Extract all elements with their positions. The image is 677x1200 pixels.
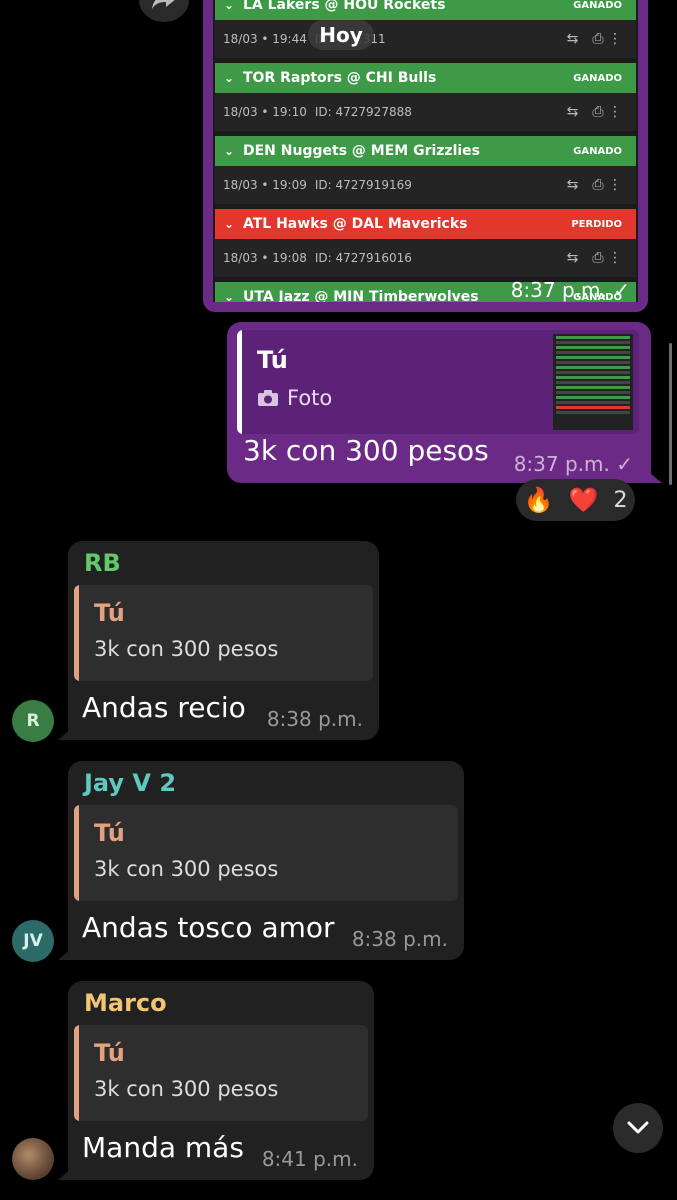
share-icon: ⇆	[566, 250, 579, 266]
quote-text: 3k con 300 pesos	[94, 637, 279, 661]
bet-title: LA Lakers @ HOU Rockets	[243, 0, 446, 13]
message-time: 8:38 p.m.	[351, 927, 448, 951]
avatar[interactable]: R	[12, 700, 54, 742]
reply-sender: Tú	[257, 346, 288, 374]
quoted-message[interactable]: Tú 3k con 300 pesos	[74, 585, 373, 681]
bet-title: ATL Hawks @ DAL Mavericks	[243, 216, 468, 232]
quoted-message[interactable]: Tú 3k con 300 pesos	[74, 805, 458, 901]
bet-card: ⌄ ATL Hawks @ DAL Mavericks PERDIDO 18/0…	[215, 209, 636, 277]
reaction-count: 2	[613, 487, 628, 513]
bet-title: TOR Raptors @ CHI Bulls	[243, 70, 437, 86]
bet-screenshot-photo[interactable]: ⌄ LA Lakers @ HOU Rockets GANADO 18/03 •…	[213, 0, 638, 302]
bet-id: ID: 4727927888	[314, 105, 412, 119]
bet-title: DEN Nuggets @ MEM Grizzlies	[243, 143, 480, 159]
bet-id: ID: 4727919169	[314, 178, 412, 192]
share-icon: ⇆	[566, 104, 579, 120]
bet-header: ⌄ LA Lakers @ HOU Rockets GANADO	[215, 0, 636, 20]
quote-sender: Tú	[94, 1039, 125, 1067]
photo-message-bubble[interactable]: ⌄ LA Lakers @ HOU Rockets GANADO 18/03 •…	[203, 0, 648, 312]
bet-result: GANADO	[573, 72, 622, 84]
bet-footer: 18/03 • 19:09 ID: 4727919169 ⇆ ⎙ ⋮	[215, 166, 636, 204]
quote-accent-bar	[74, 805, 79, 901]
bet-result: GANADO	[573, 0, 622, 11]
quote-accent-bar	[74, 585, 79, 681]
share-icon: ⇆	[566, 177, 579, 193]
reactions-bar[interactable]: 🔥 ❤️ 2	[516, 479, 635, 521]
quote-text: 3k con 300 pesos	[94, 1077, 279, 1101]
outgoing-message-bubble[interactable]: Tú Foto 3k con 300 pesos 8:37 p.m. ✓	[227, 322, 651, 483]
reply-accent-bar	[237, 330, 242, 434]
check-icon: ✓	[613, 278, 630, 302]
bet-result: GANADO	[573, 145, 622, 157]
print-icon: ⎙ ⋮	[592, 250, 622, 266]
chevron-down-icon: ⌄	[223, 290, 235, 302]
sender-name[interactable]: Jay V 2	[84, 769, 176, 797]
heart-reaction[interactable]: ❤️	[568, 486, 598, 514]
bet-datetime: 18/03 • 19:10	[223, 105, 307, 119]
message-time: 8:37 p.m. ✓	[510, 278, 630, 302]
bet-datetime: 18/03 • 19:09	[223, 178, 307, 192]
bubble-tail	[58, 1168, 72, 1180]
message-text: Andas recio	[82, 691, 246, 724]
bet-datetime: 18/03 • 19:08	[223, 251, 307, 265]
incoming-message-bubble[interactable]: Marco Tú 3k con 300 pesos Manda más 8:41…	[68, 981, 374, 1180]
fire-reaction[interactable]: 🔥	[524, 486, 554, 514]
message-time: 8:37 p.m. ✓	[513, 452, 633, 476]
message-text: 3k con 300 pesos	[243, 434, 489, 467]
quote-accent-bar	[74, 1025, 79, 1121]
bet-card: ⌄ TOR Raptors @ CHI Bulls GANADO 18/03 •…	[215, 63, 636, 131]
reply-preview[interactable]: Tú Foto	[237, 330, 639, 434]
sender-name[interactable]: Marco	[84, 989, 167, 1017]
reply-thumbnail	[553, 334, 633, 430]
chevron-down-icon	[627, 1121, 649, 1134]
chevron-down-icon: ⌄	[223, 144, 235, 158]
quote-sender: Tú	[94, 599, 125, 627]
bet-id: ID: 4727916016	[314, 251, 412, 265]
incoming-message-bubble[interactable]: Jay V 2 Tú 3k con 300 pesos Andas tosco …	[68, 761, 464, 960]
bet-footer: 18/03 • 19:10 ID: 4727927888 ⇆ ⎙ ⋮	[215, 93, 636, 131]
quote-text: 3k con 300 pesos	[94, 857, 279, 881]
bet-header: ⌄ DEN Nuggets @ MEM Grizzlies GANADO	[215, 136, 636, 166]
check-icon: ✓	[616, 452, 633, 476]
sender-name[interactable]: RB	[84, 549, 121, 577]
reply-kind: Foto	[257, 386, 332, 410]
print-icon: ⎙ ⋮	[592, 31, 622, 47]
bet-card: ⌄ LA Lakers @ HOU Rockets GANADO 18/03 •…	[215, 0, 636, 58]
bet-footer: 18/03 • 19:08 ID: 4727916016 ⇆ ⎙ ⋮	[215, 239, 636, 277]
quote-sender: Tú	[94, 819, 125, 847]
avatar[interactable]	[12, 1138, 54, 1180]
message-time: 8:38 p.m.	[266, 707, 363, 731]
chevron-down-icon: ⌄	[223, 0, 235, 12]
share-icon: ⇆	[566, 31, 579, 47]
bet-datetime: 18/03 • 19:44	[223, 32, 307, 46]
date-chip: Hoy	[308, 20, 374, 50]
print-icon: ⎙ ⋮	[592, 177, 622, 193]
forward-button[interactable]	[139, 0, 189, 22]
camera-icon	[258, 390, 278, 406]
scroll-down-button[interactable]	[613, 1103, 663, 1153]
message-text: Andas tosco amor	[82, 911, 335, 944]
incoming-message-bubble[interactable]: RB Tú 3k con 300 pesos Andas recio 8:38 …	[68, 541, 379, 740]
chevron-down-icon: ⌄	[223, 71, 235, 85]
forward-icon	[152, 0, 175, 9]
scrollbar[interactable]	[669, 343, 672, 485]
bet-footer: 18/03 • 19:44 ID: 47…311 ⇆ ⎙ ⋮	[215, 20, 636, 58]
bet-header: ⌄ ATL Hawks @ DAL Mavericks PERDIDO	[215, 209, 636, 239]
message-text: Manda más	[82, 1131, 244, 1164]
bet-card: ⌄ DEN Nuggets @ MEM Grizzlies GANADO 18/…	[215, 136, 636, 204]
avatar[interactable]: JV	[12, 920, 54, 962]
message-time: 8:41 p.m.	[261, 1147, 358, 1171]
quoted-message[interactable]: Tú 3k con 300 pesos	[74, 1025, 368, 1121]
print-icon: ⎙ ⋮	[592, 104, 622, 120]
bet-header: ⌄ TOR Raptors @ CHI Bulls GANADO	[215, 63, 636, 93]
bet-result: PERDIDO	[571, 218, 622, 230]
chevron-down-icon: ⌄	[223, 217, 235, 231]
